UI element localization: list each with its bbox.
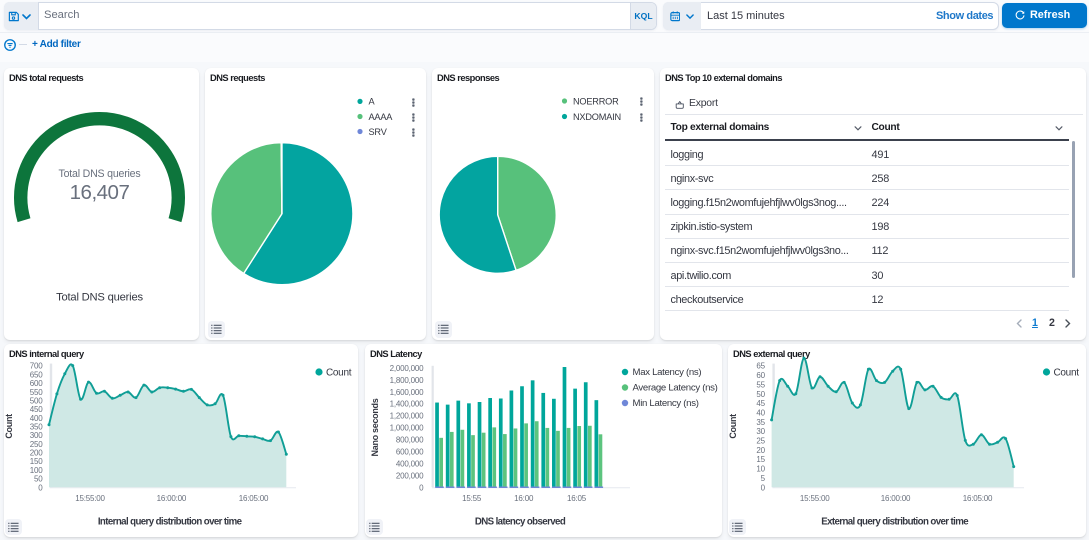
svg-text:Total DNS queries: Total DNS queries	[59, 168, 141, 180]
svg-text:0: 0	[761, 483, 766, 492]
svg-text:Total DNS queries: Total DNS queries	[56, 292, 143, 304]
svg-text:1,800,000: 1,800,000	[390, 376, 425, 385]
svg-text:65: 65	[756, 362, 765, 371]
svg-text:650: 650	[30, 370, 43, 379]
svg-text:20: 20	[756, 446, 765, 455]
svg-text:External query distribution ov: External query distribution over time	[821, 517, 969, 528]
svg-text:A: A	[369, 97, 376, 107]
svg-text:2,000,000: 2,000,000	[390, 364, 425, 373]
svg-text:1,000,000: 1,000,000	[390, 424, 425, 433]
svg-text:Average Latency (ns): Average Latency (ns)	[633, 383, 718, 394]
svg-text:16:00:00: 16:00:00	[157, 494, 187, 503]
svg-text:1,200,000: 1,200,000	[390, 412, 425, 421]
svg-text:250: 250	[30, 440, 43, 449]
svg-text:100: 100	[30, 466, 43, 475]
svg-text:SRV: SRV	[369, 127, 388, 137]
svg-text:Max Latency (ns): Max Latency (ns)	[633, 367, 702, 378]
svg-text:Nano seconds: Nano seconds	[370, 398, 380, 456]
svg-text:200,000: 200,000	[396, 471, 424, 480]
svg-text:16,407: 16,407	[70, 181, 130, 204]
svg-text:DNS latency observed: DNS latency observed	[475, 517, 566, 528]
svg-text:400: 400	[30, 414, 43, 423]
svg-text:700: 700	[30, 362, 43, 371]
svg-text:400,000: 400,000	[396, 459, 424, 468]
svg-text:500: 500	[30, 396, 43, 405]
svg-text:16:05:00: 16:05:00	[239, 494, 269, 503]
svg-text:300: 300	[30, 431, 43, 440]
svg-text:350: 350	[30, 423, 43, 432]
svg-text:60: 60	[756, 371, 765, 380]
svg-text:Count: Count	[728, 414, 738, 439]
svg-text:AAAA: AAAA	[369, 112, 394, 122]
svg-text:30: 30	[756, 427, 765, 436]
svg-text:16:00: 16:00	[514, 494, 534, 503]
svg-text:55: 55	[756, 380, 765, 389]
svg-text:150: 150	[30, 457, 43, 466]
svg-text:5: 5	[761, 474, 766, 483]
svg-text:Internal query distribution ov: Internal query distribution over time	[98, 517, 243, 528]
svg-text:15:55:00: 15:55:00	[800, 494, 830, 503]
svg-text:Count: Count	[326, 367, 352, 378]
svg-text:15:55: 15:55	[462, 494, 482, 503]
svg-text:16:05:00: 16:05:00	[963, 494, 993, 503]
svg-text:Min Latency (ns): Min Latency (ns)	[633, 398, 699, 409]
svg-text:1,600,000: 1,600,000	[390, 388, 425, 397]
svg-text:200: 200	[30, 449, 43, 458]
svg-text:1,400,000: 1,400,000	[390, 400, 425, 409]
svg-text:NOERROR: NOERROR	[573, 96, 619, 106]
svg-text:50: 50	[34, 475, 43, 484]
svg-text:800,000: 800,000	[396, 436, 424, 445]
svg-text:16:00:00: 16:00:00	[881, 494, 911, 503]
svg-text:600,000: 600,000	[396, 447, 424, 456]
svg-text:450: 450	[30, 405, 43, 414]
svg-text:40: 40	[756, 408, 765, 417]
svg-text:25: 25	[756, 437, 765, 446]
svg-text:45: 45	[756, 399, 765, 408]
svg-text:Count: Count	[4, 414, 14, 439]
svg-text:15:55:00: 15:55:00	[75, 494, 105, 503]
svg-text:600: 600	[30, 379, 43, 388]
svg-text:16:05: 16:05	[567, 494, 587, 503]
svg-text:15: 15	[756, 455, 765, 464]
svg-text:Count: Count	[1054, 367, 1080, 378]
svg-text:NXDOMAIN: NXDOMAIN	[573, 112, 621, 122]
svg-text:35: 35	[756, 418, 765, 427]
svg-text:0: 0	[38, 483, 43, 492]
svg-text:0: 0	[419, 483, 424, 492]
svg-text:50: 50	[756, 390, 765, 399]
svg-text:550: 550	[30, 388, 43, 397]
svg-text:10: 10	[756, 465, 765, 474]
